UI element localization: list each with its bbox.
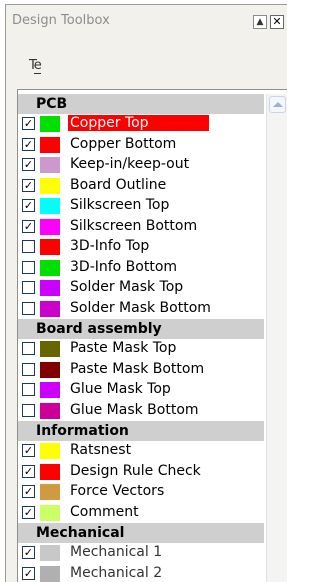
layer-color-swatch[interactable] [40, 157, 60, 173]
layer-label: Silkscreen Bottom [68, 218, 199, 234]
layer-color-swatch[interactable] [40, 239, 60, 255]
layer-label: Ratsnest [68, 442, 133, 458]
layer-label: Mechanical 2 [68, 565, 164, 581]
layer-row[interactable]: ✓ Silkscreen Bottom [18, 217, 264, 238]
layer-label: Solder Mask Top [68, 279, 185, 295]
layer-visibility-checkbox[interactable] [22, 302, 35, 315]
layer-visibility-checkbox[interactable]: ✓ [22, 485, 35, 498]
layer-visibility-checkbox[interactable]: ✓ [22, 199, 35, 212]
scroll-up-arrow-icon[interactable] [269, 96, 286, 113]
layer-color-swatch[interactable] [40, 280, 60, 296]
layer-row[interactable]: Paste Mask Bottom [18, 360, 264, 381]
layer-row[interactable]: ✓ Comment [18, 503, 264, 524]
layer-visibility-checkbox[interactable]: ✓ [22, 444, 35, 457]
layer-label: Paste Mask Bottom [68, 361, 206, 377]
layer-row[interactable]: ✓ Mechanical 2 [18, 564, 264, 582]
layer-visibility-checkbox[interactable] [22, 261, 35, 274]
group-header[interactable]: Mechanical [18, 523, 264, 543]
layer-color-swatch[interactable] [40, 116, 60, 132]
layer-label: Silkscreen Top [68, 197, 171, 213]
layer-visibility-checkbox[interactable]: ✓ [22, 567, 35, 580]
layer-visibility-checkbox[interactable]: ✓ [22, 220, 35, 233]
layer-label: Glue Mask Top [68, 381, 173, 397]
layer-color-swatch[interactable] [40, 403, 60, 419]
layer-visibility-checkbox[interactable]: ✓ [22, 546, 35, 559]
layer-color-swatch[interactable] [40, 219, 60, 235]
layer-color-swatch[interactable] [40, 301, 60, 317]
layer-color-swatch[interactable] [40, 260, 60, 276]
layer-label: 3D-Info Bottom [68, 259, 179, 275]
group-header[interactable]: Information [18, 421, 264, 441]
layer-color-swatch[interactable] [40, 484, 60, 500]
layer-visibility-checkbox[interactable]: ✓ [22, 158, 35, 171]
layer-row[interactable]: ✓ Keep-in/keep-out [18, 155, 264, 176]
layer-label: Design Rule Check [68, 463, 203, 479]
layer-label: Mechanical 1 [68, 544, 164, 560]
close-icon[interactable]: ✕ [270, 15, 284, 29]
vertical-scrollbar[interactable] [266, 94, 287, 582]
layer-row[interactable]: ✓ Copper Bottom [18, 135, 264, 156]
layer-row[interactable]: ✓ Board Outline [18, 176, 264, 197]
layer-visibility-checkbox[interactable] [22, 281, 35, 294]
layer-row[interactable]: Glue Mask Bottom [18, 401, 264, 422]
layer-list: PCB ✓ Copper Top ✓ Copper Bottom ✓ Keep-in/kee… [18, 94, 264, 582]
layer-visibility-checkbox[interactable]: ✓ [22, 179, 35, 192]
layer-label: Comment [68, 504, 141, 520]
layer-visibility-checkbox[interactable] [22, 342, 35, 355]
layer-color-swatch[interactable] [40, 505, 60, 521]
layer-visibility-checkbox[interactable] [22, 363, 35, 376]
layer-color-swatch[interactable] [40, 566, 60, 582]
group-header[interactable]: Board assembly [18, 319, 264, 339]
layer-visibility-checkbox[interactable] [22, 383, 35, 396]
layer-row[interactable]: ✓ Design Rule Check [18, 462, 264, 483]
layer-color-swatch[interactable] [40, 545, 60, 561]
layer-color-swatch[interactable] [40, 198, 60, 214]
layer-label: Paste Mask Top [68, 340, 178, 356]
layer-label: Board Outline [68, 177, 168, 193]
text-tool-icon[interactable]: Te [29, 58, 41, 73]
panel-title: Design Toolbox [12, 13, 110, 28]
layer-label: Copper Bottom [68, 136, 178, 152]
layer-row[interactable]: ✓ Copper Top [18, 114, 264, 135]
layer-row[interactable]: Solder Mask Bottom [18, 299, 264, 320]
layer-row[interactable]: ✓ Force Vectors [18, 482, 264, 503]
layer-label: Keep-in/keep-out [68, 156, 191, 172]
layer-color-swatch[interactable] [40, 464, 60, 480]
layer-color-swatch[interactable] [40, 382, 60, 398]
layer-visibility-checkbox[interactable]: ✓ [22, 465, 35, 478]
layer-row[interactable]: Paste Mask Top [18, 339, 264, 360]
layer-visibility-checkbox[interactable]: ✓ [22, 117, 35, 130]
layer-color-swatch[interactable] [40, 178, 60, 194]
layer-label: Copper Top [68, 115, 209, 131]
layer-row[interactable]: ✓ Silkscreen Top [18, 196, 264, 217]
group-header[interactable]: PCB [18, 94, 264, 114]
layer-visibility-checkbox[interactable] [22, 404, 35, 417]
layer-label: 3D-Info Top [68, 238, 151, 254]
layer-visibility-checkbox[interactable] [22, 240, 35, 253]
design-toolbox-panel: Design Toolbox ▲ ✕ Te PCB ✓ Copper Top ✓ Cop… [5, 4, 287, 582]
layer-visibility-checkbox[interactable]: ✓ [22, 506, 35, 519]
layer-visibility-checkbox[interactable]: ✓ [22, 138, 35, 151]
layer-row[interactable]: ✓ Ratsnest [18, 441, 264, 462]
layer-row[interactable]: 3D-Info Bottom [18, 258, 264, 279]
titlebar: Design Toolbox ▲ ✕ [6, 5, 287, 38]
layer-row[interactable]: Solder Mask Top [18, 278, 264, 299]
layer-color-swatch[interactable] [40, 137, 60, 153]
layer-label: Force Vectors [68, 483, 166, 499]
layer-color-swatch[interactable] [40, 341, 60, 357]
layer-color-swatch[interactable] [40, 362, 60, 378]
layer-label: Glue Mask Bottom [68, 402, 201, 418]
layer-row[interactable]: 3D-Info Top [18, 237, 264, 258]
layer-label: Solder Mask Bottom [68, 300, 213, 316]
pin-icon[interactable]: ▲ [253, 15, 267, 29]
layer-list-frame: PCB ✓ Copper Top ✓ Copper Bottom ✓ Keep-in/kee… [17, 89, 287, 582]
layer-row[interactable]: ✓ Mechanical 1 [18, 543, 264, 564]
layer-row[interactable]: Glue Mask Top [18, 380, 264, 401]
layer-color-swatch[interactable] [40, 443, 60, 459]
